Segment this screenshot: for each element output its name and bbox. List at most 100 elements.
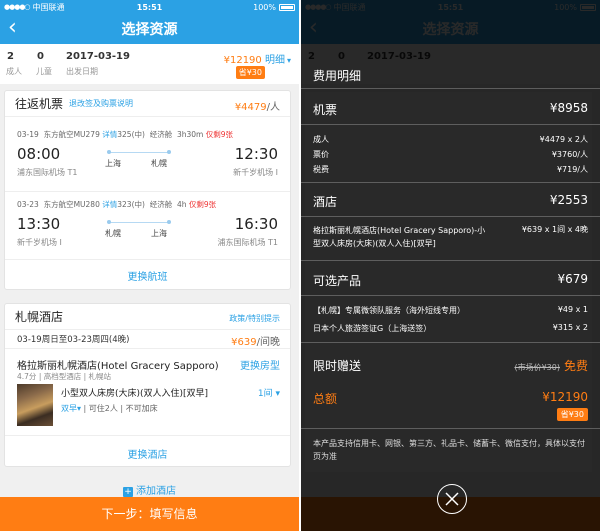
- fee-gift-label: 限时赠送: [313, 359, 362, 373]
- fee-gift-value: (市场价¥30) 免费: [514, 357, 588, 374]
- flight-info: 03-19 东方航空MU279 详情325(中) 经济舱 3h30m 仅剩9张: [17, 129, 233, 140]
- fee-optional-label: 可选产品: [313, 274, 362, 288]
- room-count-select[interactable]: 1间 ▾: [258, 386, 280, 399]
- add-hotel-label: 添加酒店: [136, 486, 176, 497]
- flight-segment-outbound[interactable]: 03-19 东方航空MU279 详情325(中) 经济舱 3h30m 仅剩9张 …: [5, 125, 290, 195]
- fee-hotel-label: 酒店: [313, 195, 338, 209]
- flight-aircraft: 325(中): [117, 130, 145, 139]
- close-button[interactable]: [437, 484, 467, 514]
- divider: [301, 216, 600, 217]
- next-step-button[interactable]: 下一步：填写信息: [0, 497, 299, 531]
- hotel-photo[interactable]: [17, 384, 53, 426]
- breakfast-tag[interactable]: 双早: [61, 404, 77, 413]
- fee-total-value: ¥12190: [542, 390, 588, 404]
- hotel-policy-link[interactable]: 政策/特别提示: [229, 313, 280, 324]
- booking-screen: ●●●●○ 中国联通 15:51 100% ‹ 选择资源 2 成人 0 儿童 2…: [0, 0, 299, 531]
- fee-total-save-badge: 省¥30: [556, 408, 588, 421]
- route-line: [107, 220, 171, 224]
- divider: [5, 191, 290, 192]
- addbed-tag: 不可加床: [125, 404, 158, 413]
- hotel-price-value: ¥639: [231, 337, 257, 348]
- fee-sheet-title: 费用明细: [313, 69, 362, 83]
- seats-remaining: 仅剩9张: [188, 200, 217, 209]
- seats-remaining: 仅剩9张: [205, 130, 234, 139]
- flight-price-unit: /人: [266, 102, 280, 113]
- flight-date: 03-19: [17, 130, 39, 139]
- children-label: 儿童: [36, 67, 52, 76]
- change-flight-button[interactable]: 更换航班: [5, 268, 290, 283]
- payment-notice: 本产品支持信用卡、网银、第三方、礼品卡、储蓄卡、微信支付，具体以支付页为准: [313, 439, 585, 461]
- departure-airport: 浦东国际机场 T1: [17, 168, 78, 177]
- back-icon[interactable]: ‹: [8, 17, 17, 39]
- departure-city: 札幌: [105, 229, 121, 238]
- flight-segment-return[interactable]: 03-23 东方航空MU280 详情323(中) 经济舱 4h 仅剩9张 13:…: [5, 195, 290, 265]
- flight-date: 03-23: [17, 200, 39, 209]
- hotel-dates: 03-19周日至03-23周四(4晚): [17, 335, 130, 345]
- flight-airline: 东方航空MU280: [43, 200, 100, 209]
- save-badge: 省¥30: [235, 66, 265, 79]
- flight-duration: 4h: [176, 200, 187, 209]
- room-count: 1间: [257, 389, 273, 399]
- departure-date: 2017-03-19: [66, 51, 130, 62]
- arrival-time: 16:30: [234, 215, 278, 233]
- hotel-meta: 4.7分 | 高档型酒店 | 札幌站: [17, 372, 112, 381]
- hotel-district: 札幌站: [88, 372, 112, 381]
- fee-detail-label: 日本个人旅游签证G（上海送签）: [313, 324, 432, 333]
- divider: [301, 428, 600, 429]
- hotel-rating: 4.7分: [17, 372, 37, 381]
- chevron-down-icon: ▾: [286, 56, 291, 65]
- hotel-type: 高档型酒店: [43, 372, 82, 381]
- flight-airline: 东方航空MU279: [43, 130, 100, 139]
- occupancy-tag: 可住2人: [88, 404, 118, 413]
- flight-info: 03-23 东方航空MU280 详情323(中) 经济舱 4h 仅剩9张: [17, 199, 216, 210]
- gift-original-price: (市场价¥30): [514, 363, 560, 372]
- flight-detail-link[interactable]: 详情: [102, 130, 117, 139]
- flight-cabin: 经济舱: [149, 200, 173, 209]
- fee-flight-total: ¥8958: [549, 101, 588, 115]
- hotel-card-title: 札幌酒店: [15, 310, 64, 324]
- departure-time: 08:00: [17, 145, 61, 163]
- route-line: [107, 150, 171, 154]
- detail-toggle[interactable]: ¥12190 明细 ▾: [224, 51, 291, 66]
- total-price: ¥12190: [223, 55, 262, 66]
- hotel-price-unit: /间晚: [256, 337, 280, 348]
- change-hotel-button[interactable]: 更换酒店: [5, 446, 290, 461]
- divider: [301, 88, 600, 89]
- fee-detail-label: 票价: [313, 150, 329, 159]
- departure-date-label: 出发日期: [66, 67, 98, 76]
- fee-optional-total: ¥679: [557, 272, 588, 286]
- plus-icon: +: [123, 487, 133, 497]
- departure-time: 13:30: [17, 215, 61, 233]
- arrival-airport: 浦东国际机场 T1: [217, 238, 278, 247]
- hotel-name[interactable]: 格拉斯丽札幌酒店(Hotel Gracery Sapporo): [17, 357, 219, 372]
- arrival-airport: 新千岁机场 I: [233, 168, 278, 177]
- adults-count: 2: [7, 51, 14, 62]
- status-bar: ●●●●○ 中国联通 15:51 100%: [0, 0, 299, 14]
- fee-detail-value: ¥719/人: [556, 165, 588, 174]
- flight-card: 往返机票 退改签及购票说明 ¥4479/人 03-19 东方航空MU279 详情…: [4, 90, 291, 290]
- fee-total-label: 总额: [313, 392, 338, 406]
- add-hotel-button[interactable]: + 添加酒店: [0, 482, 299, 497]
- fee-detail-value: ¥315 x 2: [552, 323, 588, 332]
- fee-detail-label: 格拉斯丽札幌酒店(Hotel Gracery Sapporo)-小型双人床房(大…: [313, 226, 486, 248]
- change-room-button[interactable]: 更换房型: [240, 357, 280, 372]
- fee-flight-label: 机票: [313, 103, 338, 117]
- flight-price-value: ¥4479: [234, 102, 267, 113]
- refund-policy-link[interactable]: 退改签及购票说明: [69, 98, 133, 109]
- fee-detail-label: 成人: [313, 135, 329, 144]
- flight-card-header: 往返机票 退改签及购票说明 ¥4479/人: [5, 91, 290, 117]
- arrival-time: 12:30: [234, 145, 278, 163]
- flight-detail-link[interactable]: 详情: [102, 200, 117, 209]
- departure-airport: 新千岁机场 I: [17, 238, 62, 247]
- chevron-down-icon: ▾: [275, 389, 280, 399]
- divider: [301, 260, 600, 261]
- divider: [301, 342, 600, 343]
- flight-duration: 3h30m: [176, 130, 204, 139]
- fee-detail-value: ¥639 x 1间 x 4晚: [521, 225, 588, 234]
- battery-icon: [279, 3, 295, 11]
- room-tags: 双早▾ | 可住2人 | 不可加床: [61, 404, 158, 413]
- fee-detail-value: ¥3760/人: [551, 150, 588, 159]
- arrival-city: 上海: [151, 229, 167, 238]
- divider: [5, 259, 290, 260]
- departure-city: 上海: [105, 159, 121, 168]
